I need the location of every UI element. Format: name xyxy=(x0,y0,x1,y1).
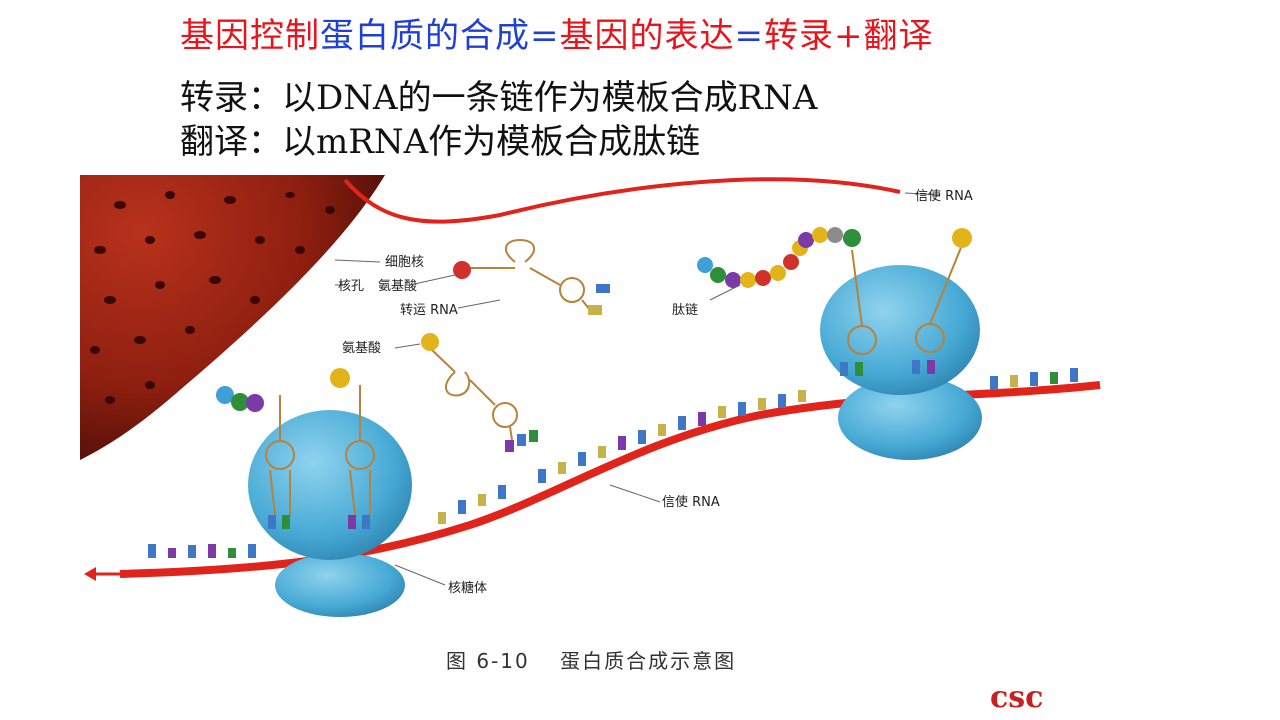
trna-middle xyxy=(431,349,518,441)
ribosome-right xyxy=(820,244,982,460)
title-part-4: = xyxy=(530,16,560,56)
label-nucleus: 细胞核 xyxy=(385,255,424,270)
trna-middle-anticodon-3 xyxy=(529,430,538,442)
label-mrna-bottom: 信使 RNA xyxy=(662,494,720,510)
translation-definition: 翻译：以mRNA作为模板合成肽链 xyxy=(180,122,701,162)
label-mrna-top: 信使 RNA xyxy=(915,188,973,204)
label-nuclear-pore: 核孔 xyxy=(338,279,364,294)
trna-upper-tip xyxy=(596,284,610,293)
trna-middle-anticodon-1 xyxy=(505,440,514,452)
title-part-6: = xyxy=(734,16,764,56)
peptide-left xyxy=(216,368,350,412)
title-part-3: 的合成 xyxy=(425,16,530,56)
label-ribosome: 核糖体 xyxy=(448,580,487,596)
trna-upper xyxy=(470,238,591,311)
trna-middle-amino-acid xyxy=(421,333,439,351)
brand-watermark: csc xyxy=(990,680,1044,715)
label-peptide: 肽链 xyxy=(672,303,698,318)
label-trna: 转运 RNA xyxy=(400,303,458,318)
trna-middle-anticodon-2 xyxy=(517,434,526,446)
title-part-7: 转录+翻译 xyxy=(764,16,934,56)
label-amino-acid-1: 氨基酸 xyxy=(378,279,417,294)
trna-upper-anticodon xyxy=(588,305,602,315)
protein-synthesis-diagram: 信使 RNA 细胞核 核孔 氨基酸 转运 RNA 氨基酸 肽链 信使 RNA 核… xyxy=(80,175,1101,617)
peptide-chain xyxy=(697,227,861,288)
title-part-1: 基因控制 xyxy=(180,16,320,56)
title-part-5: 基因的表达 xyxy=(559,16,735,56)
mrna-arrowhead xyxy=(84,567,96,581)
ribosome-left xyxy=(248,385,412,617)
title-part-2: 蛋白质 xyxy=(320,16,425,56)
transcription-definition: 转录：以DNA的一条链作为模板合成RNA xyxy=(180,78,818,118)
mrna-top-strand xyxy=(343,177,901,224)
leader-lines xyxy=(334,192,941,586)
slide-title: 基因控制蛋白质的合成=基因的表达=转录+翻译 xyxy=(180,8,934,57)
amino-acid-right-ribosome xyxy=(952,228,972,248)
figure-caption: 图 6-10 蛋白质合成示意图 xyxy=(446,649,737,673)
trna-upper-amino-acid xyxy=(453,261,471,279)
label-amino-acid-2: 氨基酸 xyxy=(342,341,381,356)
